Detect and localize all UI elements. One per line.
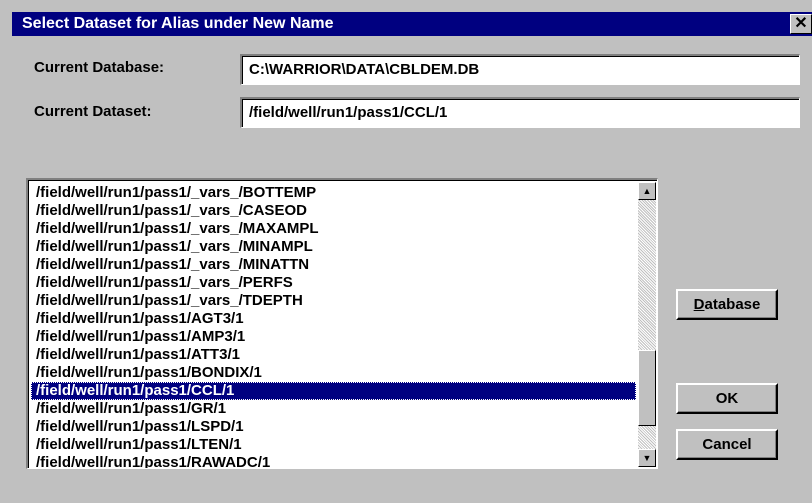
select-dataset-dialog: Select Dataset for Alias under New Name … bbox=[0, 0, 812, 503]
arrow-down-icon: ▼ bbox=[642, 453, 652, 463]
list-item[interactable]: /field/well/run1/pass1/RAWADC/1 bbox=[31, 454, 636, 468]
list-item[interactable]: /field/well/run1/pass1/AMP3/1 bbox=[31, 328, 636, 346]
list-item[interactable]: /field/well/run1/pass1/ATT3/1 bbox=[31, 346, 636, 364]
list-item[interactable]: /field/well/run1/pass1/GR/1 bbox=[31, 400, 636, 418]
list-item[interactable]: /field/well/run1/pass1/_vars_/TDEPTH bbox=[31, 292, 636, 310]
scroll-up-button[interactable]: ▲ bbox=[638, 182, 656, 200]
list-item[interactable]: /field/well/run1/pass1/_vars_/MINAMPL bbox=[31, 238, 636, 256]
list-item[interactable]: /field/well/run1/pass1/LSPD/1 bbox=[31, 418, 636, 436]
database-button-label: atabase bbox=[704, 296, 761, 313]
title-bar[interactable]: Select Dataset for Alias under New Name … bbox=[12, 12, 812, 36]
current-database-field[interactable]: C:\WARRIOR\DATA\CBLDEM.DB bbox=[240, 54, 800, 85]
cancel-button-label: Cancel bbox=[702, 436, 752, 453]
ok-button[interactable]: OK bbox=[676, 383, 778, 414]
list-item[interactable]: /field/well/run1/pass1/_vars_/MAXAMPL bbox=[31, 220, 636, 238]
current-dataset-field[interactable]: /field/well/run1/pass1/CCL/1 bbox=[240, 97, 800, 128]
list-item[interactable]: /field/well/run1/pass1/_vars_/PERFS bbox=[31, 274, 636, 292]
list-item[interactable]: /field/well/run1/pass1/_vars_/MINATTN bbox=[31, 256, 636, 274]
close-icon: ✕ bbox=[794, 15, 808, 32]
scrollbar-thumb[interactable] bbox=[638, 350, 656, 426]
dialog-title: Select Dataset for Alias under New Name bbox=[22, 15, 334, 32]
list-item[interactable]: /field/well/run1/pass1/LTEN/1 bbox=[31, 436, 636, 454]
list-item[interactable]: /field/well/run1/pass1/CCL/1 bbox=[31, 382, 636, 400]
list-item[interactable]: /field/well/run1/pass1/_vars_/BOTTEMP bbox=[31, 184, 636, 202]
dataset-listbox[interactable]: /field/well/run1/pass1/_vars_/BOTTEMP/fi… bbox=[26, 178, 658, 469]
vertical-scrollbar[interactable]: ▲ ▼ bbox=[638, 182, 656, 467]
list-item[interactable]: /field/well/run1/pass1/_vars_/CASEOD bbox=[31, 202, 636, 220]
scroll-down-button[interactable]: ▼ bbox=[638, 449, 656, 467]
database-button-mnemonic: D bbox=[693, 296, 705, 313]
close-button[interactable]: ✕ bbox=[790, 14, 812, 34]
dataset-list-items: /field/well/run1/pass1/_vars_/BOTTEMP/fi… bbox=[31, 184, 636, 468]
arrow-up-icon: ▲ bbox=[642, 186, 652, 196]
database-button[interactable]: Database bbox=[676, 289, 778, 320]
list-item[interactable]: /field/well/run1/pass1/BONDIX/1 bbox=[31, 364, 636, 382]
list-item[interactable]: /field/well/run1/pass1/AGT3/1 bbox=[31, 310, 636, 328]
current-database-label: Current Database: bbox=[34, 59, 165, 76]
ok-button-label: OK bbox=[715, 390, 739, 407]
current-dataset-label: Current Dataset: bbox=[34, 103, 152, 120]
cancel-button[interactable]: Cancel bbox=[676, 429, 778, 460]
